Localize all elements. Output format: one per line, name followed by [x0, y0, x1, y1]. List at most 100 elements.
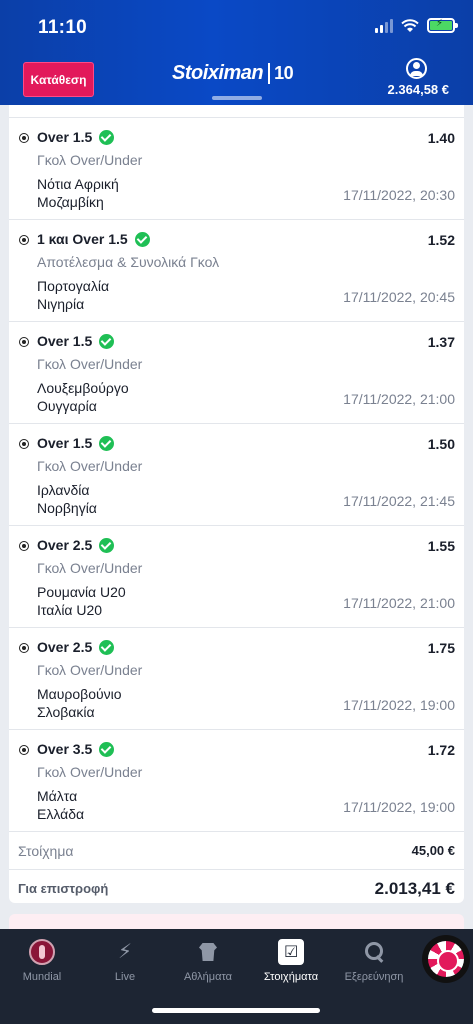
away-team: Ιταλία U20 — [37, 602, 103, 618]
match-datetime: 17/11/2022, 20:30 — [343, 187, 455, 203]
tab-sports[interactable]: Αθλήματα — [168, 939, 248, 983]
match-datetime: 17/11/2022, 19:00 — [343, 799, 455, 815]
bet-row[interactable]: Over 1.5 1.50 Γκολ Over/Under Ιρλανδία Ν… — [9, 423, 464, 525]
away-team: Νορβηγία — [37, 500, 97, 516]
bet-selection: Over 3.5 — [37, 741, 115, 757]
football-icon — [19, 133, 29, 143]
sports-jersey-icon — [195, 939, 221, 965]
bet-market: Γκολ Over/Under — [37, 152, 143, 168]
football-icon — [19, 643, 29, 653]
football-icon — [19, 745, 29, 755]
tab-bets[interactable]: Στοιχήματα — [251, 939, 331, 983]
won-check-icon — [134, 231, 150, 247]
bet-selection: Over 2.5 — [37, 639, 115, 655]
return-value: 2.013,41 € — [374, 878, 455, 898]
search-icon — [361, 939, 387, 965]
tab-label: Αθλήματα — [183, 971, 233, 983]
cellular-signal-icon — [375, 18, 393, 33]
home-team: Λουξεμβούργο — [37, 380, 129, 396]
live-icon — [112, 939, 138, 965]
mundial-icon — [29, 939, 55, 965]
betslip-card: Over 1.5 1.40 Γκολ Over/Under Νότια Αφρι… — [9, 105, 464, 903]
tab-label: Στοιχήματα — [263, 971, 319, 983]
deposit-button[interactable]: Κατάθεση — [23, 62, 94, 97]
sheet-drag-handle[interactable] — [212, 96, 262, 100]
battery-charging-icon — [427, 18, 458, 33]
app-header: 11:10 Κατάθεση Stoiximan 10 2.364,58 € — [0, 0, 473, 105]
bet-odds: 1.50 — [427, 436, 455, 452]
match-datetime: 17/11/2022, 21:00 — [343, 595, 455, 611]
stake-row: Στοίχημα 45,00 € — [9, 831, 464, 869]
bet-selection: Over 1.5 — [37, 333, 115, 349]
away-team: Ελλάδα — [37, 806, 85, 822]
football-icon — [19, 337, 29, 347]
won-check-icon — [99, 129, 115, 145]
bet-selection: Over 2.5 — [37, 537, 115, 553]
home-team: Ρουμανία U20 — [37, 584, 126, 600]
stoiximan-logo[interactable]: Stoiximan 10 — [172, 62, 294, 85]
stake-label: Στοίχημα — [18, 842, 74, 859]
away-team: Σλοβακία — [37, 704, 95, 720]
bet-market: Γκολ Over/Under — [37, 764, 143, 780]
bet-row[interactable]: Over 3.5 1.72 Γκολ Over/Under Μάλτα Ελλά… — [9, 729, 464, 831]
bet-market: Γκολ Over/Under — [37, 458, 143, 474]
logo-text: Stoiximan — [172, 62, 264, 84]
bet-row[interactable]: 1 και Over 1.5 1.52 Αποτέλεσμα & Συνολικ… — [9, 219, 464, 321]
match-datetime: 17/11/2022, 21:00 — [343, 391, 455, 407]
away-team: Ουγγαρία — [37, 398, 97, 414]
return-row: Για επιστροφή 2.013,41 € — [9, 869, 464, 907]
away-team: Νιγηρία — [37, 296, 85, 312]
won-check-icon — [99, 537, 115, 553]
home-team: Ιρλανδία — [37, 482, 90, 498]
bet-odds: 1.52 — [427, 232, 455, 248]
football-icon — [19, 541, 29, 551]
status-icons — [375, 18, 458, 33]
logo-anniversary-mark: 10 — [268, 63, 294, 84]
wifi-icon — [401, 18, 419, 32]
won-check-icon — [99, 741, 115, 757]
home-indicator[interactable] — [152, 1008, 320, 1013]
match-datetime: 17/11/2022, 19:00 — [343, 697, 455, 713]
home-team: Μάλτα — [37, 788, 78, 804]
away-team: Μοζαμβίκη — [37, 194, 104, 210]
bet-market: Αποτέλεσμα & Συνολικά Γκολ — [37, 254, 220, 270]
bet-odds: 1.75 — [427, 640, 455, 656]
tab-label: Mundial — [22, 971, 62, 983]
bet-selection: Over 1.5 — [37, 129, 115, 145]
tab-live[interactable]: Live — [85, 939, 165, 983]
home-team: Πορτογαλία — [37, 278, 110, 294]
status-time: 11:10 — [38, 17, 88, 38]
bet-selection: Over 1.5 — [37, 435, 115, 451]
bets-checklist-icon — [278, 939, 304, 965]
bet-row[interactable]: Over 2.5 1.55 Γκολ Over/Under Ρουμανία U… — [9, 525, 464, 627]
match-datetime: 17/11/2022, 21:45 — [343, 493, 455, 509]
bet-market: Γκολ Over/Under — [37, 662, 143, 678]
match-datetime: 17/11/2022, 20:45 — [343, 289, 455, 305]
tab-label: Εξερεύνηση — [344, 971, 404, 983]
bet-odds: 1.72 — [427, 742, 455, 758]
casino-chip-button[interactable] — [422, 935, 470, 983]
user-account-icon[interactable] — [406, 58, 427, 79]
bet-list: Over 1.5 1.40 Γκολ Over/Under Νότια Αφρι… — [9, 117, 464, 831]
won-check-icon — [99, 639, 115, 655]
bet-row[interactable]: Over 1.5 1.37 Γκολ Over/Under Λουξεμβούρ… — [9, 321, 464, 423]
account-balance[interactable]: 2.364,58 € — [388, 82, 449, 97]
bet-row[interactable]: Over 1.5 1.40 Γκολ Over/Under Νότια Αφρι… — [9, 117, 464, 219]
bet-selection: 1 και Over 1.5 — [37, 231, 150, 247]
football-icon — [19, 235, 29, 245]
bet-row[interactable]: Over 2.5 1.75 Γκολ Over/Under Μαυροβούνι… — [9, 627, 464, 729]
won-check-icon — [99, 435, 115, 451]
tab-mundial[interactable]: Mundial — [2, 939, 82, 983]
tab-explore[interactable]: Εξερεύνηση — [334, 939, 414, 983]
stake-value: 45,00 € — [411, 843, 455, 858]
tab-label: Live — [114, 971, 136, 983]
casino-chip-icon — [428, 941, 464, 977]
bet-market: Γκολ Over/Under — [37, 356, 143, 372]
bet-odds: 1.55 — [427, 538, 455, 554]
return-label: Για επιστροφή — [18, 881, 109, 896]
home-team: Μαυροβούνιο — [37, 686, 122, 702]
football-icon — [19, 439, 29, 449]
home-team: Νότια Αφρική — [37, 176, 119, 192]
won-check-icon — [99, 333, 115, 349]
bet-market: Γκολ Over/Under — [37, 560, 143, 576]
